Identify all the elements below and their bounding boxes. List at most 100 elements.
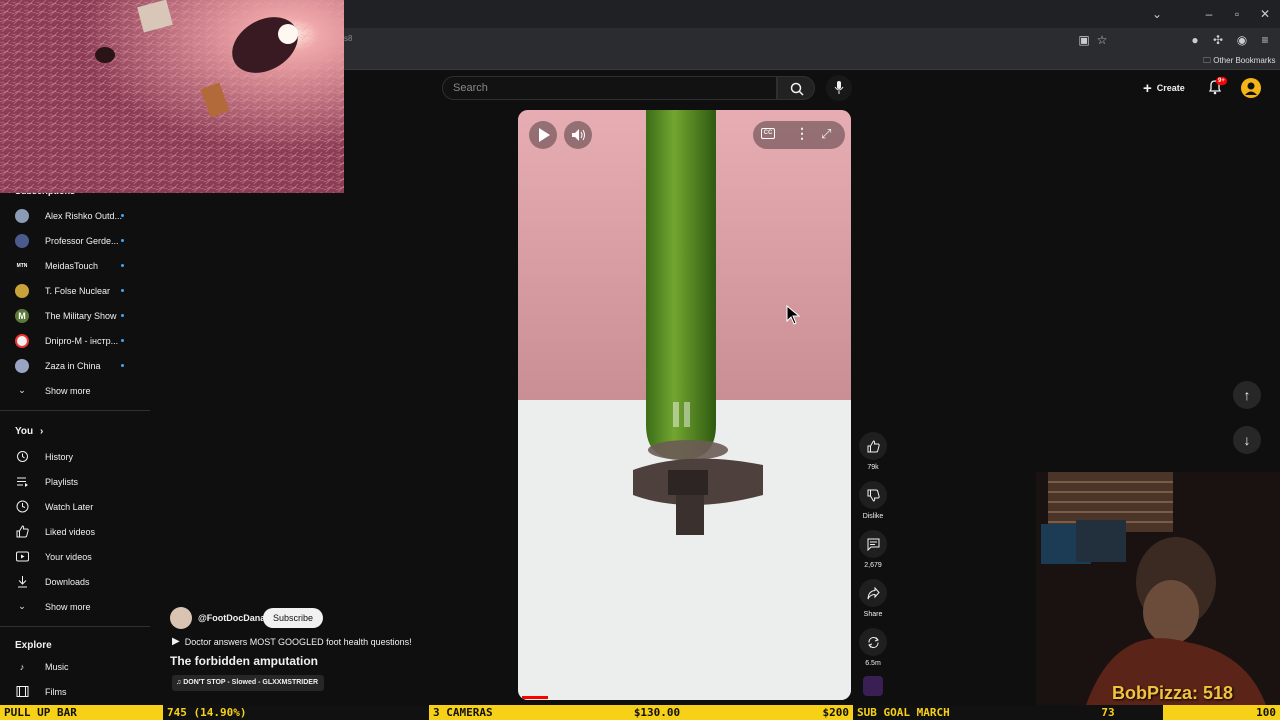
short-title: The forbidden amputation [170, 654, 318, 668]
subscription-item[interactable]: Professor Gerde... [0, 228, 150, 253]
channel-avatar [15, 333, 29, 348]
notifications-button[interactable]: 9+ [1207, 77, 1227, 97]
channel-avatar: M [15, 308, 29, 323]
thumb-up-icon [859, 432, 887, 460]
subscription-label: Professor Gerde... [45, 235, 119, 246]
minimize-icon[interactable]: – [1201, 6, 1217, 22]
new-content-dot [121, 214, 124, 217]
like-button[interactable]: 79k [859, 432, 887, 471]
plus-icon: + [1143, 79, 1152, 97]
maximize-icon[interactable]: ▫ [1229, 6, 1245, 22]
puzzle-icon[interactable]: ✣ [1210, 32, 1226, 48]
show-more-label: Show more [45, 601, 91, 612]
subscription-item[interactable]: Zaza in China [0, 353, 150, 378]
ticker-item: 3 CAMERAS [429, 705, 609, 720]
sidebar-item-downloads[interactable]: Downloads [0, 569, 150, 594]
channel-name[interactable]: @FootDocDana [198, 613, 265, 623]
search-button[interactable] [777, 76, 815, 100]
more-options-icon[interactable]: ⋮ [795, 125, 809, 142]
dislike-button[interactable]: Dislike [859, 481, 887, 520]
remix-count: 6.5m [865, 660, 881, 667]
music-icon: ♫ [176, 679, 182, 686]
subscription-item[interactable]: Alex Rishko Outd... [0, 203, 150, 228]
share-label: Share [863, 611, 883, 618]
subscription-item[interactable]: M The Military Show [0, 303, 150, 328]
account-avatar[interactable] [1241, 78, 1261, 98]
other-bookmarks[interactable]: 🗀 Other Bookmarks [1203, 55, 1275, 69]
comments-button[interactable]: 2,679 [859, 530, 887, 569]
sidebar-item-music[interactable]: ♪ Music [0, 654, 150, 679]
sidebar-label: Your videos [45, 551, 92, 562]
ticker-item: $130.00 [609, 705, 705, 720]
fullscreen-icon[interactable]: ⤢ [821, 126, 831, 142]
volume-button[interactable] [564, 121, 592, 149]
previous-short-button[interactable]: ↑ [1233, 381, 1261, 409]
sidebar-item-your-videos[interactable]: Your videos [0, 544, 150, 569]
sidebar: Subscriptions Alex Rishko Outd... Profes… [0, 180, 150, 705]
url-text: s8 [344, 34, 353, 43]
new-content-dot [121, 264, 124, 267]
search-input[interactable]: Search [442, 76, 777, 100]
share-button[interactable]: Share [859, 579, 887, 618]
chevron-down-icon: ⌄ [18, 385, 26, 395]
channel-avatar: MTN [15, 258, 29, 273]
sound-thumbnail[interactable] [863, 676, 883, 696]
sidebar-label: Music [45, 661, 69, 672]
remix-button[interactable]: 6.5m [859, 628, 887, 667]
profile-icon[interactable]: ◉ [1234, 32, 1250, 48]
close-icon[interactable]: ✕ [1257, 6, 1273, 22]
channel-avatar [15, 233, 29, 248]
thumb-down-icon [859, 481, 887, 509]
sidebar-item-films[interactable]: Films [0, 679, 150, 704]
remix-icon [859, 628, 887, 656]
chevron-down-icon[interactable]: ⌄ [1149, 6, 1165, 22]
share-icon [859, 579, 887, 607]
voice-search-button[interactable] [826, 75, 852, 101]
menu-icon[interactable]: ≡ [1257, 32, 1273, 48]
you-title: You [15, 426, 34, 437]
explore-title: Explore [15, 640, 52, 651]
subscription-item[interactable]: T. Folse Nuclear [0, 278, 150, 303]
show-more-subscriptions[interactable]: ⌄ Show more [0, 378, 150, 403]
subscription-item[interactable]: MTN MeidasTouch [0, 253, 150, 278]
ticker-item: 100 [1163, 705, 1280, 720]
new-content-dot [121, 364, 124, 367]
chevron-right-icon: › [39, 426, 44, 437]
channel-avatar [15, 283, 29, 298]
sidebar-label: Films [45, 686, 67, 697]
show-more-you[interactable]: ⌄ Show more [0, 594, 150, 619]
divider [0, 626, 150, 627]
notification-badge: 9+ [1216, 77, 1227, 85]
related-video-link[interactable]: ▶ Doctor answers MOST GOOGLED foot health… [172, 636, 412, 647]
subscription-item[interactable]: Dnipro-M - інстр... [0, 328, 150, 353]
subscribe-button[interactable]: Subscribe [263, 608, 323, 628]
sidebar-item-playlists[interactable]: Playlists [0, 469, 150, 494]
you-section-link[interactable]: You › [15, 426, 43, 437]
screenshot-icon[interactable]: ▣ [1076, 32, 1092, 48]
channel-avatar[interactable] [170, 607, 192, 629]
sidebar-item-liked-videos[interactable]: Liked videos [0, 519, 150, 544]
create-label: Create [1156, 83, 1185, 93]
subscription-label: The Military Show [45, 310, 117, 321]
music-chip[interactable]: ♫ DON'T STOP - Slowed - GLXXMSTRIDER [172, 675, 325, 691]
short-video-player[interactable]: CC ⋮ ⤢ [518, 110, 851, 700]
search-icon [790, 82, 804, 96]
sidebar-item-watch-later[interactable]: Watch Later [0, 494, 150, 519]
download-icon [15, 575, 29, 589]
next-short-button[interactable]: ↓ [1233, 426, 1261, 454]
ticker-item: $200 [705, 705, 853, 720]
captions-button[interactable]: CC [761, 128, 775, 139]
progress-bar[interactable] [522, 696, 548, 699]
new-content-dot [121, 339, 124, 342]
hay-cam-image [0, 0, 344, 193]
create-button[interactable]: + Create [1143, 79, 1185, 97]
music-icon: ♪ [19, 661, 25, 672]
play-button[interactable] [529, 121, 557, 149]
extension-icon[interactable]: ● [1187, 32, 1203, 48]
new-content-dot [121, 239, 124, 242]
subscription-label: MeidasTouch [45, 260, 99, 271]
star-icon[interactable]: ☆ [1094, 32, 1110, 48]
sidebar-item-history[interactable]: History [0, 444, 150, 469]
thumb-up-icon [15, 525, 29, 539]
ticker-item: 745 (14.90%) [167, 706, 247, 719]
